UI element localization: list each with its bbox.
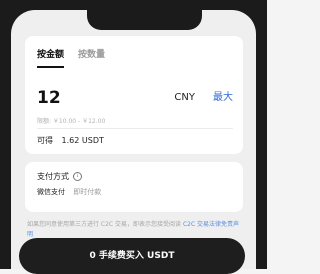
amount-input-row[interactable]: 12 CNY 最大 bbox=[37, 86, 233, 110]
limit-text: 限额: ￥10.00 - ￥12.00 bbox=[37, 118, 106, 125]
tab-by-amount[interactable]: 按金额 bbox=[37, 46, 65, 68]
payment-speed: 即时付款 bbox=[73, 188, 102, 196]
amount-card: 按金额 按数量 12 CNY 最大 限额: ￥10.00 - ￥12.00 可得… bbox=[25, 36, 243, 154]
disclaimer-text: 如果您同意使用第三方进行 C2C 交易，即表示您接受阅读 C2C 交易法律免责声… bbox=[27, 220, 241, 240]
currency-label: CNY bbox=[174, 92, 195, 103]
phone-notch bbox=[87, 10, 202, 30]
mode-tabs: 按金额 按数量 bbox=[37, 46, 105, 68]
payment-title: 支付方式 bbox=[37, 172, 69, 181]
payment-title-row: 支付方式 i bbox=[37, 171, 82, 182]
payment-card[interactable]: 支付方式 i 微信支付 即时付款 bbox=[25, 162, 243, 212]
payment-method-row[interactable]: 微信支付 即时付款 bbox=[37, 187, 101, 197]
divider bbox=[37, 128, 233, 129]
tab-by-quantity[interactable]: 按数量 bbox=[78, 46, 105, 66]
max-button[interactable]: 最大 bbox=[213, 86, 233, 110]
info-icon[interactable]: i bbox=[73, 172, 82, 181]
amount-input-value[interactable]: 12 bbox=[37, 86, 61, 110]
payment-method-name: 微信支付 bbox=[37, 188, 65, 196]
available-label: 可得 bbox=[37, 136, 53, 145]
disclaimer-body: 如果您同意使用第三方进行 C2C 交易，即表示您接受阅读 bbox=[27, 221, 182, 228]
available-row: 可得 1.62 USDT bbox=[37, 135, 104, 146]
app-screen: 按金额 按数量 12 CNY 最大 限额: ￥10.00 - ￥12.00 可得… bbox=[11, 10, 256, 269]
available-value: 1.62 USDT bbox=[61, 136, 104, 145]
